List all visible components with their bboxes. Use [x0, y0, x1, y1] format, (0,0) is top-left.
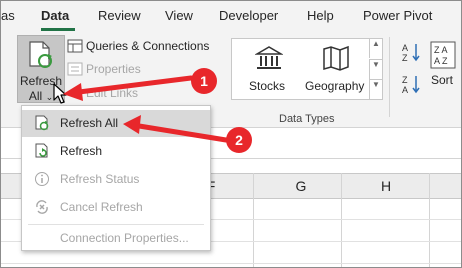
screenshot-frame: as Data Review View Developer Help Power…: [0, 0, 462, 268]
annotation-badge-2: 2: [226, 127, 252, 153]
annotation-arrow-2: [130, 122, 229, 143]
annotation-arrow-1-head: [63, 83, 83, 101]
annotation-arrow-2-head: [123, 115, 141, 134]
annotation-badge-1: 1: [191, 68, 217, 94]
annotation-arrow-1: [68, 75, 194, 96]
